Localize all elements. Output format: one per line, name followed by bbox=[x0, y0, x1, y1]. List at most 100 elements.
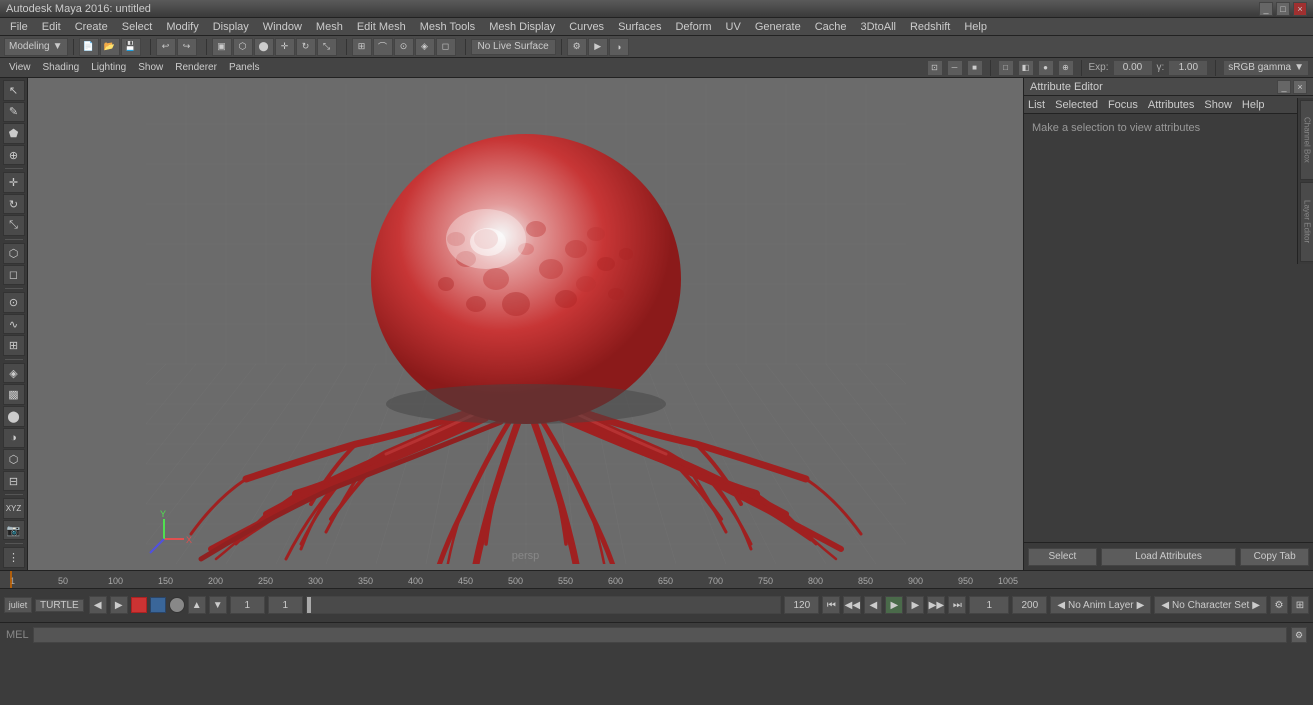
start-frame-field[interactable]: 1 bbox=[268, 596, 303, 614]
anim-layer-dropdown[interactable]: ◀ No Anim Layer ▶ bbox=[1050, 596, 1151, 614]
script-input[interactable] bbox=[33, 627, 1287, 643]
select-button-attr[interactable]: Select bbox=[1028, 548, 1097, 566]
component-mode-face[interactable]: ■ bbox=[967, 60, 983, 76]
next-key-button[interactable]: ▶▶ bbox=[927, 596, 945, 614]
snap-surface-button[interactable]: ◈ bbox=[415, 38, 435, 56]
gamma-field[interactable]: 1.00 bbox=[1168, 60, 1208, 76]
menu-file[interactable]: File bbox=[4, 21, 34, 33]
attr-menu-help[interactable]: Help bbox=[1242, 99, 1265, 111]
turtle-next-button[interactable]: ▶ bbox=[110, 596, 128, 614]
show-menu[interactable]: Show bbox=[133, 62, 168, 73]
menu-3dtoall[interactable]: 3DtoAll bbox=[855, 21, 902, 33]
color-profile-dropdown[interactable]: sRGB gamma ▼ bbox=[1223, 60, 1309, 76]
tool3-button[interactable]: ⬤ bbox=[3, 406, 25, 427]
axis-button[interactable]: XYZ bbox=[3, 498, 25, 519]
menu-uv[interactable]: UV bbox=[720, 21, 747, 33]
flat-shaded-button[interactable]: ◧ bbox=[1018, 60, 1034, 76]
component-mode-vertex[interactable]: ⊡ bbox=[927, 60, 943, 76]
open-button[interactable]: 📂 bbox=[100, 38, 120, 56]
menu-mesh-display[interactable]: Mesh Display bbox=[483, 21, 561, 33]
attr-menu-selected[interactable]: Selected bbox=[1055, 99, 1098, 111]
frame-counter[interactable]: 1 bbox=[969, 596, 1009, 614]
copy-tab-button[interactable]: Copy Tab bbox=[1240, 548, 1309, 566]
go-start-button[interactable]: ⏮ bbox=[822, 596, 840, 614]
menu-generate[interactable]: Generate bbox=[749, 21, 807, 33]
viewport[interactable]: X Y Z persp bbox=[28, 78, 1023, 570]
smooth-shaded-button[interactable]: ● bbox=[1038, 60, 1054, 76]
lighting-menu[interactable]: Lighting bbox=[86, 62, 131, 73]
wireframe-button[interactable]: □ bbox=[998, 60, 1014, 76]
script-settings-button[interactable]: ⚙ bbox=[1291, 627, 1307, 643]
save-button[interactable]: 💾 bbox=[121, 38, 141, 56]
view-menu[interactable]: View bbox=[4, 62, 36, 73]
texture-button[interactable]: ⊕ bbox=[1058, 60, 1074, 76]
tool6-button[interactable]: ⊟ bbox=[3, 471, 25, 492]
character-set-dropdown[interactable]: ◀ No Character Set ▶ bbox=[1154, 596, 1267, 614]
undo-button[interactable]: ↩ bbox=[156, 38, 176, 56]
renderer-menu[interactable]: Renderer bbox=[170, 62, 222, 73]
current-frame-field[interactable]: 1 bbox=[230, 596, 265, 614]
measure-button[interactable]: ⊞ bbox=[3, 335, 25, 356]
go-end-button[interactable]: ⏭ bbox=[948, 596, 966, 614]
extras-button[interactable]: ⋮ bbox=[3, 547, 25, 568]
prev-key-button[interactable]: ◀◀ bbox=[843, 596, 861, 614]
extra-btn-2[interactable]: ⊞ bbox=[1291, 596, 1309, 614]
move-tool-button[interactable]: ✛ bbox=[3, 172, 25, 193]
menu-window[interactable]: Window bbox=[257, 21, 308, 33]
render-settings-button[interactable]: ⚙ bbox=[567, 38, 587, 56]
anim-thumb-start[interactable] bbox=[307, 597, 311, 613]
attr-menu-show[interactable]: Show bbox=[1204, 99, 1232, 111]
scale-tool-button[interactable]: ⤡ bbox=[3, 215, 25, 236]
layer-up-button[interactable]: ▲ bbox=[188, 596, 206, 614]
component-select-button[interactable]: ⬡ bbox=[3, 243, 25, 264]
menu-display[interactable]: Display bbox=[207, 21, 255, 33]
menu-help[interactable]: Help bbox=[958, 21, 993, 33]
maximize-button[interactable]: □ bbox=[1276, 2, 1290, 16]
select-tool-button[interactable]: ▣ bbox=[212, 38, 232, 56]
attr-menu-attributes[interactable]: Attributes bbox=[1148, 99, 1194, 111]
redo-button[interactable]: ↪ bbox=[177, 38, 197, 56]
menu-mesh-tools[interactable]: Mesh Tools bbox=[414, 21, 481, 33]
select-mode-button[interactable]: ↖ bbox=[3, 80, 25, 101]
close-button[interactable]: × bbox=[1293, 2, 1307, 16]
channel-box-tab[interactable]: Channel Box bbox=[1300, 100, 1313, 180]
menu-edit-mesh[interactable]: Edit Mesh bbox=[351, 21, 412, 33]
play-button[interactable]: ▶ bbox=[885, 596, 903, 614]
timeline-ruler[interactable]: 1 50 100 150 200 250 300 350 400 450 500… bbox=[0, 571, 1313, 589]
curve-tool-button[interactable]: ∿ bbox=[3, 314, 25, 335]
paint-select-button[interactable]: ⬤ bbox=[254, 38, 274, 56]
end-frame-field[interactable]: 120 bbox=[784, 596, 819, 614]
sculpt-button[interactable]: ⬟ bbox=[3, 123, 25, 144]
camera-button[interactable]: 📷 bbox=[3, 520, 25, 541]
menu-deform[interactable]: Deform bbox=[669, 21, 717, 33]
exposure-field[interactable]: 0.00 bbox=[1113, 60, 1153, 76]
tool1-button[interactable]: ◈ bbox=[3, 363, 25, 384]
tool5-button[interactable]: ⬡ bbox=[3, 449, 25, 470]
snap-grid-button[interactable]: ⊞ bbox=[352, 38, 372, 56]
ipr-button[interactable]: ◑ bbox=[609, 38, 629, 56]
layer-editor-tab[interactable]: Layer Editor bbox=[1300, 182, 1313, 262]
lasso-button[interactable]: ⬡ bbox=[233, 38, 253, 56]
step-forward-button[interactable]: ▶ bbox=[906, 596, 924, 614]
menu-curves[interactable]: Curves bbox=[563, 21, 610, 33]
color-swatch-2[interactable] bbox=[150, 597, 166, 613]
menu-mesh[interactable]: Mesh bbox=[310, 21, 349, 33]
attr-menu-focus[interactable]: Focus bbox=[1108, 99, 1138, 111]
minimize-button[interactable]: _ bbox=[1259, 2, 1273, 16]
snap-view-button[interactable]: ◻ bbox=[436, 38, 456, 56]
color-swatch-1[interactable] bbox=[131, 597, 147, 613]
attr-menu-list[interactable]: List bbox=[1028, 99, 1045, 111]
range-end-field[interactable]: 200 bbox=[1012, 596, 1047, 614]
title-bar-controls[interactable]: _ □ × bbox=[1259, 2, 1307, 16]
shading-menu[interactable]: Shading bbox=[38, 62, 85, 73]
snap-point-button[interactable]: ⊙ bbox=[394, 38, 414, 56]
extra-btn-1[interactable]: ⚙ bbox=[1270, 596, 1288, 614]
load-attributes-button[interactable]: Load Attributes bbox=[1101, 548, 1237, 566]
attr-editor-minimize[interactable]: _ bbox=[1277, 80, 1291, 94]
tool2-button[interactable]: ▩ bbox=[3, 384, 25, 405]
layer-down-button[interactable]: ▼ bbox=[209, 596, 227, 614]
menu-surfaces[interactable]: Surfaces bbox=[612, 21, 667, 33]
menu-cache[interactable]: Cache bbox=[809, 21, 853, 33]
object-select-button[interactable]: ◻ bbox=[3, 265, 25, 286]
show-manipulator-button[interactable]: ⊙ bbox=[3, 292, 25, 313]
